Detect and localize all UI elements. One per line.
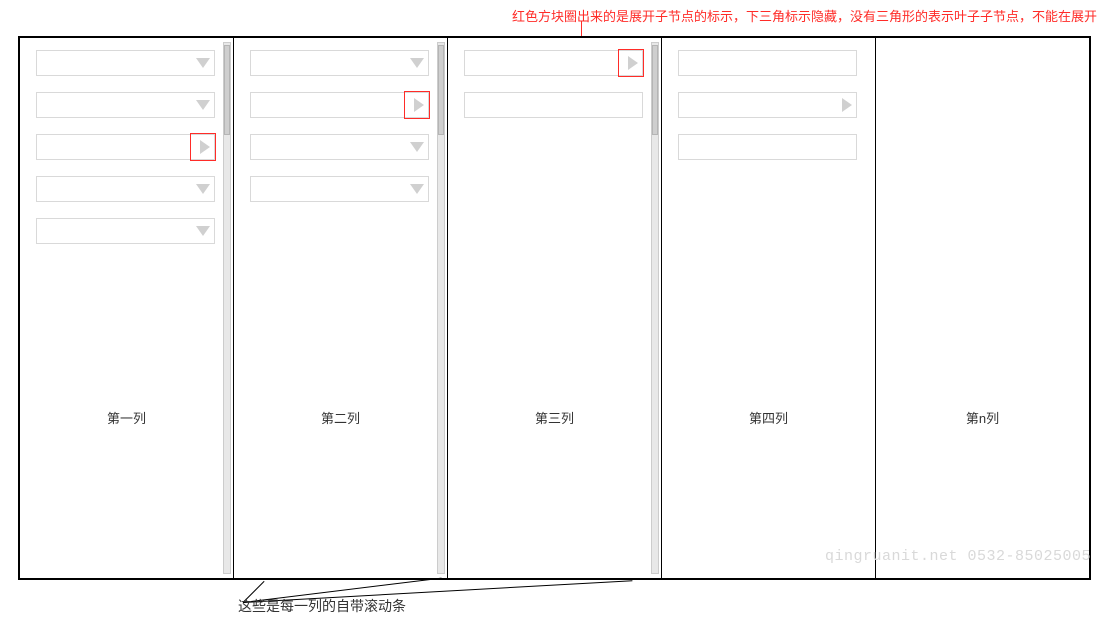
column-1-rows — [20, 38, 233, 260]
scrollbar[interactable] — [223, 42, 231, 574]
collapse-icon[interactable] — [410, 142, 424, 152]
column-label: 第二列 — [234, 408, 447, 427]
tree-node[interactable] — [464, 50, 643, 76]
scrollbar[interactable] — [651, 42, 659, 574]
tree-node[interactable] — [250, 92, 429, 118]
collapse-icon[interactable] — [196, 184, 210, 194]
tree-node[interactable] — [36, 134, 215, 160]
column-label: 第n列 — [876, 408, 1089, 427]
tree-node[interactable] — [36, 50, 215, 76]
column-2-rows — [234, 38, 447, 218]
collapse-icon[interactable] — [410, 184, 424, 194]
tree-node-leaf[interactable] — [678, 134, 857, 160]
collapse-icon[interactable] — [196, 100, 210, 110]
column-4: 第四列 — [662, 38, 876, 578]
column-label: 第三列 — [448, 408, 661, 427]
column-label: 第一列 — [20, 408, 233, 427]
scrollbar[interactable] — [437, 42, 445, 574]
bottom-annotation: 这些是每一列的自带滚动条 — [238, 596, 406, 616]
columns-frame: 第一列 第二列 — [18, 36, 1091, 580]
collapse-icon[interactable] — [196, 58, 210, 68]
tree-node[interactable] — [250, 134, 429, 160]
scrollbar-thumb[interactable] — [438, 45, 444, 135]
column-n-rows — [876, 38, 1089, 50]
tree-node-leaf[interactable] — [678, 50, 857, 76]
expand-icon[interactable] — [628, 56, 638, 70]
tree-node[interactable] — [678, 92, 857, 118]
column-n: 第n列 — [876, 38, 1089, 578]
column-4-rows — [662, 38, 875, 176]
tree-node[interactable] — [250, 50, 429, 76]
watermark: qingruanit.net 0532-85025005 — [825, 548, 1091, 565]
tree-node[interactable] — [36, 92, 215, 118]
tree-node[interactable] — [250, 176, 429, 202]
column-3: 第三列 — [448, 38, 662, 578]
column-1: 第一列 — [20, 38, 234, 578]
top-annotation: 红色方块圈出来的是展开子节点的标示，下三角标示隐藏，没有三角形的表示叶子子节点，… — [512, 6, 1097, 25]
column-label: 第四列 — [662, 408, 875, 427]
expand-icon[interactable] — [842, 98, 852, 112]
tree-node-leaf[interactable] — [464, 92, 643, 118]
scrollbar-thumb[interactable] — [224, 45, 230, 135]
collapse-icon[interactable] — [410, 58, 424, 68]
column-3-rows — [448, 38, 661, 134]
collapse-icon[interactable] — [196, 226, 210, 236]
tree-node[interactable] — [36, 176, 215, 202]
scrollbar-thumb[interactable] — [652, 45, 658, 135]
expand-icon[interactable] — [414, 98, 424, 112]
tree-node[interactable] — [36, 218, 215, 244]
column-2: 第二列 — [234, 38, 448, 578]
expand-icon[interactable] — [200, 140, 210, 154]
